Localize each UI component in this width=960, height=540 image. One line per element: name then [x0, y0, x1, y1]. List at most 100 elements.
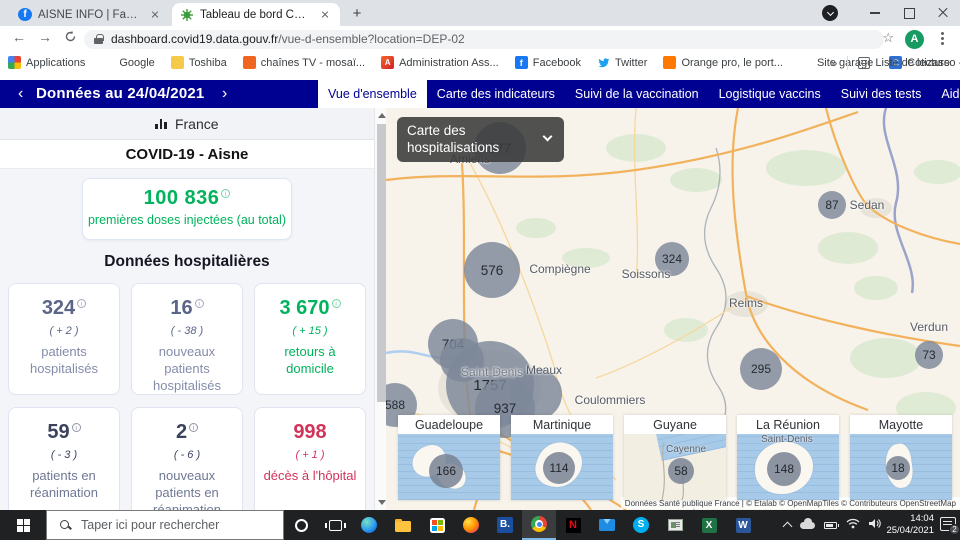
back-icon[interactable]: ←	[12, 29, 26, 45]
map-layer-dropdown[interactable]: Carte des hospitalisations	[397, 117, 564, 162]
bookmark-toshiba[interactable]: Toshiba	[171, 56, 227, 69]
dashboard-header: ‹ Données au 24/04/2021 › Vue d'ensemble…	[0, 80, 960, 108]
city-label: Saint-Denis	[761, 434, 813, 445]
overseas-card-martinique[interactable]: Martinique 114	[511, 415, 613, 500]
bookmark-label: Orange pro, le port...	[681, 57, 783, 69]
bookmark-label: Twitter	[615, 57, 647, 69]
taskbar-clock[interactable]: 14:04 25/04/2021	[886, 510, 934, 540]
tab-vue-densemble[interactable]: Vue d'ensemble	[318, 80, 427, 108]
wifi-icon[interactable]	[846, 516, 860, 534]
close-icon[interactable]	[148, 8, 162, 22]
scroll-down-icon[interactable]	[378, 500, 386, 505]
b-app-button[interactable]	[488, 510, 522, 540]
skype-button[interactable]	[624, 510, 658, 540]
close-icon[interactable]	[318, 8, 332, 22]
bookmarks-bar: Applications Google Toshiba chaînes TV -…	[0, 52, 960, 73]
hospitalisations-map[interactable]: 57787576324704175793758829573 AmiensSeda…	[386, 108, 960, 510]
info-icon[interactable]	[221, 189, 230, 198]
action-center-button[interactable]: 2	[940, 517, 956, 531]
overseas-card-guyane[interactable]: Guyane Cayenne 58	[624, 415, 726, 500]
apps-grid-icon	[8, 56, 21, 69]
word-button[interactable]	[726, 510, 760, 540]
chrome-button[interactable]	[522, 510, 556, 540]
file-explorer-button[interactable]	[386, 510, 420, 540]
maximize-button[interactable]	[892, 0, 926, 26]
territory-selector[interactable]: France	[0, 108, 374, 140]
bookmark-google[interactable]: Google	[101, 56, 154, 69]
mail-button[interactable]	[590, 510, 624, 540]
reading-list-button[interactable]: Liste de lecture	[875, 57, 950, 69]
previous-date-button[interactable]: ‹	[18, 80, 23, 108]
sidebar-scrollbar[interactable]	[374, 108, 386, 510]
skype-icon	[633, 517, 649, 533]
netflix-button[interactable]	[556, 510, 590, 540]
tab-carte-des-indicateurs[interactable]: Carte des indicateurs	[427, 80, 565, 108]
onedrive-cloud-icon[interactable]	[800, 522, 815, 529]
bookmark-facebook[interactable]: Facebook	[515, 56, 581, 69]
map-bubble[interactable]: 58	[668, 458, 694, 484]
next-date-button[interactable]: ›	[222, 80, 227, 108]
map-bubble[interactable]: 18	[886, 456, 910, 480]
map-bubble-295[interactable]: 295	[740, 348, 782, 390]
bookmark-star-icon[interactable]: ☆	[882, 30, 894, 46]
stat-label: nouveaux patients hospitalisés	[132, 344, 242, 395]
scroll-up-icon[interactable]	[378, 113, 386, 118]
overseas-card-mayotte[interactable]: Mayotte 18	[850, 415, 952, 500]
taskbar-search[interactable]: Taper ici pour rechercher	[46, 510, 284, 540]
store-button[interactable]	[420, 510, 454, 540]
profile-avatar[interactable]: A	[905, 30, 924, 49]
overseas-card-guadeloupe[interactable]: Guadeloupe 166	[398, 415, 500, 500]
tab-facebook[interactable]: AISNE INFO | Facebook	[10, 3, 170, 26]
new-tab-button[interactable]: +	[348, 5, 366, 23]
start-button[interactable]	[0, 510, 46, 540]
scrollbar-thumb[interactable]	[377, 124, 386, 402]
browser-menu-icon[interactable]	[941, 37, 944, 40]
info-icon[interactable]	[189, 423, 198, 432]
city-label: Cayenne	[666, 444, 706, 455]
info-icon[interactable]	[72, 423, 81, 432]
tab-suivi-des-tests[interactable]: Suivi des tests	[831, 80, 932, 108]
map-bubble[interactable]: 166	[429, 454, 463, 488]
close-window-button[interactable]	[926, 0, 960, 26]
volume-icon[interactable]	[869, 516, 882, 534]
bookmark-applications[interactable]: Applications	[8, 56, 85, 69]
info-icon[interactable]	[77, 299, 86, 308]
cortana-button[interactable]	[284, 510, 318, 540]
forward-icon[interactable]: →	[38, 29, 52, 45]
bookmark-administration[interactable]: Administration Ass...	[381, 56, 499, 69]
overseas-card-la-reunion[interactable]: La Réunion Saint-Denis 148	[737, 415, 839, 500]
map-bubble-576[interactable]: 576	[464, 242, 520, 298]
edge-button[interactable]	[352, 510, 386, 540]
info-icon[interactable]	[195, 299, 204, 308]
media-controls-button[interactable]	[822, 5, 838, 21]
excel-button[interactable]	[692, 510, 726, 540]
bookmark-label: Administration Ass...	[399, 57, 499, 69]
minimize-button[interactable]	[858, 0, 892, 26]
bookmark-chaines-tv[interactable]: chaînes TV - mosaï...	[243, 56, 365, 69]
battery-icon[interactable]	[824, 522, 837, 529]
map-bubble[interactable]: 114	[543, 452, 575, 484]
lock-icon[interactable]	[94, 34, 103, 45]
tab-logistique-vaccins[interactable]: Logistique vaccins	[709, 80, 831, 108]
b-app-icon	[497, 517, 513, 533]
tab-covid-dashboard[interactable]: Tableau de bord COVID-19 Suivi	[172, 3, 340, 26]
stat-value: 16	[132, 297, 242, 320]
firefox-button[interactable]	[454, 510, 488, 540]
folder-icon	[171, 56, 184, 69]
bookmarks-overflow-button[interactable]: »	[831, 56, 838, 70]
map-bubble[interactable]: 148	[767, 452, 801, 486]
url-input[interactable]: dashboard.covid19.data.gouv.fr/vue-d-ens…	[84, 30, 884, 49]
task-view-button[interactable]	[318, 510, 352, 540]
bookmark-twitter[interactable]: Twitter	[597, 56, 647, 69]
map-bubble-87[interactable]: 87	[818, 191, 846, 219]
bookmark-orange-pro[interactable]: Orange pro, le port...	[663, 56, 783, 69]
info-icon[interactable]	[332, 299, 341, 308]
reload-icon[interactable]	[64, 30, 77, 46]
tray-expand-icon[interactable]	[783, 522, 793, 532]
map-bubble-73[interactable]: 73	[915, 341, 943, 369]
tab-aides-entreprises[interactable]: Aides entreprises	[931, 80, 960, 108]
news-button[interactable]	[658, 510, 692, 540]
url-path: /vue-d-ensemble?location=DEP-02	[278, 32, 464, 46]
tab-suivi-vaccination[interactable]: Suivi de la vaccination	[565, 80, 709, 108]
stat-delta: ( - 3 )	[9, 449, 119, 461]
